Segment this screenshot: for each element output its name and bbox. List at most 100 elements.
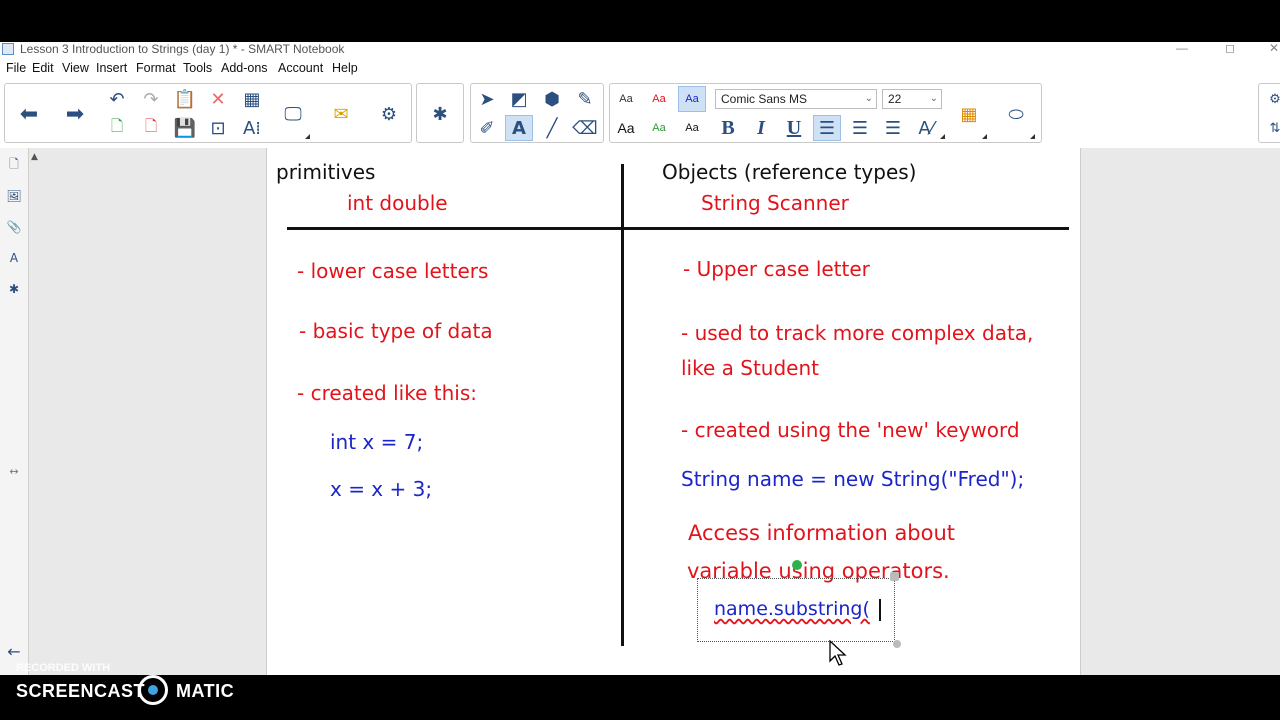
menu-format[interactable]: Format: [136, 61, 176, 75]
menu-handle[interactable]: [890, 572, 899, 581]
properties-icon[interactable]: ⬭: [1002, 101, 1030, 127]
toolbar-group-file: ⬅ ➡ ↶ ↷ 📋 ✕ ▦ 🗋 🗋 💾 ⊡ A⁞ 🖵 ✉ ⚙: [4, 83, 412, 143]
menu-tools[interactable]: Tools: [183, 61, 212, 75]
watermark-brand-left: SCREENCAST: [16, 681, 146, 701]
align-center-icon[interactable]: ☰: [846, 115, 874, 141]
main-toolbar: ⬅ ➡ ↶ ↷ 📋 ✕ ▦ 🗋 🗋 💾 ⊡ A⁞ 🖵 ✉ ⚙ ✱ ➤ ◩ ⬢ ✎…: [0, 80, 1280, 148]
video-top-band: [0, 0, 1280, 42]
settings-gear-icon[interactable]: ⚙: [1261, 86, 1280, 112]
horizontal-divider: [287, 227, 1069, 230]
notebook-page[interactable]: primitives int double - lower case lette…: [266, 148, 1081, 675]
font-size-select[interactable]: 22 ⌄: [882, 89, 942, 109]
font-family-select[interactable]: Comic Sans MS ⌄: [715, 89, 877, 109]
menu-insert[interactable]: Insert: [96, 61, 127, 75]
collapse-up-icon[interactable]: ▲: [31, 152, 38, 162]
menu-addons[interactable]: Add-ons: [221, 61, 268, 75]
menu-view[interactable]: View: [62, 61, 89, 75]
line-icon[interactable]: ╱: [538, 115, 566, 141]
fill-icon[interactable]: ⬢: [538, 86, 566, 112]
resize-handle-icon[interactable]: ↔: [5, 460, 23, 482]
toolbar-group-text: Aa Aa Aa Aa Aa Aa Comic Sans MS ⌄ 22 ⌄ B…: [609, 83, 1042, 143]
display-icon[interactable]: 🖵: [279, 101, 307, 127]
app-icon: [2, 43, 14, 55]
properties-tab-icon[interactable]: A: [5, 247, 23, 269]
lab-activity-icon[interactable]: ⚙: [375, 101, 403, 127]
select-arrow-icon[interactable]: ➤: [473, 86, 501, 112]
title-bar: Lesson 3 Introduction to Strings (day 1)…: [0, 40, 1280, 60]
text-style-2[interactable]: Aa: [645, 86, 673, 112]
toolbar-group-overflow: ⚙ ⇅: [1258, 83, 1280, 143]
menu-account[interactable]: Account: [278, 61, 323, 75]
save-icon[interactable]: 💾: [171, 115, 199, 141]
text-more-corner[interactable]: [940, 134, 945, 139]
vertical-divider: [621, 164, 624, 646]
eraser-icon[interactable]: ⌫: [571, 115, 599, 141]
bold-button[interactable]: B: [714, 115, 742, 141]
align-right-icon[interactable]: ☰: [879, 115, 907, 141]
attachments-icon[interactable]: 📎: [5, 216, 23, 238]
menu-help[interactable]: Help: [332, 61, 358, 75]
font-family-value: Comic Sans MS: [721, 92, 808, 106]
right-item: - used to track more complex data,: [681, 321, 1034, 345]
color-palette-icon[interactable]: ▦: [955, 101, 983, 127]
move-sidebar-icon[interactable]: ←: [5, 640, 23, 662]
previous-page-icon[interactable]: ⬅: [15, 101, 43, 127]
shapes-icon[interactable]: ◩: [505, 86, 533, 112]
editing-text[interactable]: name.substring(: [714, 598, 870, 620]
underline-button[interactable]: U: [780, 115, 808, 141]
table-icon[interactable]: ▦: [238, 86, 266, 112]
next-page-icon[interactable]: ➡: [61, 101, 89, 127]
right-code-line: String name = new String("Fred");: [681, 467, 1025, 491]
resize-handle[interactable]: [893, 640, 901, 648]
text-style-3[interactable]: Aa: [678, 86, 706, 112]
left-item: - lower case letters: [297, 259, 489, 283]
right-header: Objects (reference types): [662, 160, 917, 184]
right-item: like a Student: [681, 356, 819, 380]
text-more-icon[interactable]: A⁄: [912, 115, 940, 141]
undo-icon[interactable]: ↶: [103, 86, 131, 112]
text-style-5[interactable]: Aa: [645, 115, 673, 141]
screencast-logo-icon: [138, 675, 168, 705]
align-left-icon[interactable]: ☰: [813, 115, 841, 141]
window-title: Lesson 3 Introduction to Strings (day 1)…: [20, 42, 345, 56]
redo-icon[interactable]: ↷: [137, 86, 165, 112]
text-tool-icon[interactable]: A: [505, 115, 533, 141]
watermark-recorded-with: RECORDED WITH: [16, 662, 111, 674]
text-style-6[interactable]: Aa: [678, 115, 706, 141]
rotate-handle[interactable]: [792, 560, 802, 570]
mouse-cursor-icon: [829, 640, 847, 666]
close-window-button[interactable]: ✕: [1256, 40, 1280, 56]
toolbar-group-tools: ➤ ◩ ⬢ ✎ ✐ A ╱ ⌫: [470, 83, 604, 143]
new-file-icon[interactable]: 🗋: [103, 115, 131, 141]
text-edit-box[interactable]: name.substring(: [697, 578, 895, 642]
palette-corner[interactable]: [982, 134, 987, 139]
display-dropdown-corner[interactable]: [305, 134, 310, 139]
delete-icon[interactable]: ✕: [204, 86, 232, 112]
font-size-value: 22: [888, 92, 902, 106]
handwriting-icon[interactable]: A⁞: [238, 115, 266, 141]
page-sorter-icon[interactable]: 🗋: [5, 154, 23, 176]
properties-corner[interactable]: [1030, 134, 1035, 139]
chevron-down-icon: ⌄: [864, 93, 873, 104]
delete-page-icon[interactable]: 🗋: [137, 115, 165, 141]
magic-pen-icon[interactable]: ✎: [571, 86, 599, 112]
workspace-right-margin: [1081, 148, 1280, 675]
menu-edit[interactable]: Edit: [32, 61, 54, 75]
menu-file[interactable]: File: [6, 61, 26, 75]
left-code-line: int x = 7;: [330, 430, 424, 454]
minimize-button[interactable]: —: [1164, 40, 1200, 56]
text-style-1[interactable]: Aa: [612, 86, 640, 112]
paste-icon[interactable]: 📋: [171, 86, 199, 112]
addons-tab-icon[interactable]: ✱: [5, 278, 23, 300]
side-tab-bar: 🗋 🖼 📎 A ✱ ↔ ←: [0, 148, 29, 675]
text-style-4[interactable]: Aa: [612, 115, 640, 141]
maximize-button[interactable]: ◻: [1212, 40, 1248, 56]
gallery-icon[interactable]: 🖼: [5, 185, 23, 207]
addon-puzzle-icon[interactable]: ✱: [426, 101, 454, 127]
response-icon[interactable]: ✉: [327, 101, 355, 127]
left-item: - created like this:: [297, 381, 477, 405]
pens-icon[interactable]: ✐: [473, 115, 501, 141]
italic-button[interactable]: I: [747, 115, 775, 141]
expand-icon[interactable]: ⇅: [1261, 115, 1280, 141]
screen-shade-icon[interactable]: ⊡: [204, 115, 232, 141]
